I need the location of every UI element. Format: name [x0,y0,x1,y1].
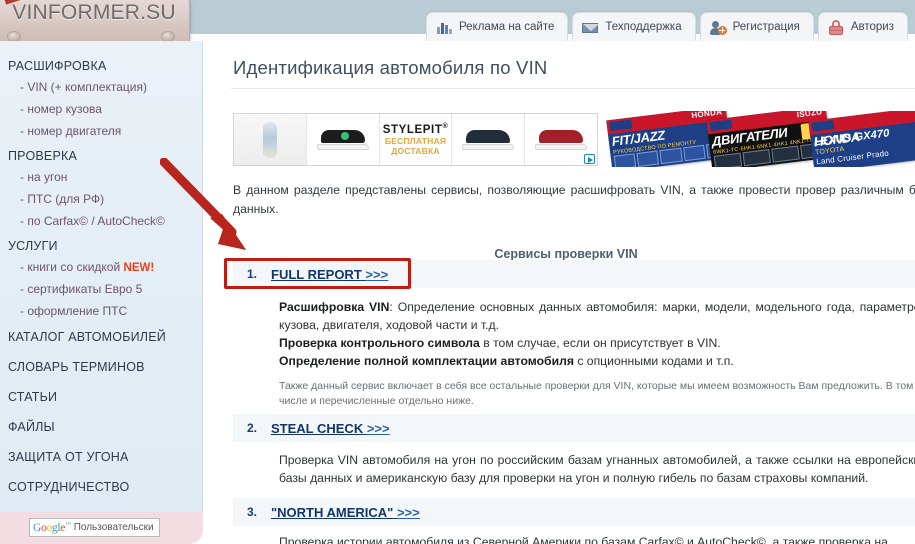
sidebar-group-title-services: УСЛУГИ [8,239,58,253]
sidebar-item-books-badge: NEW! [123,262,155,274]
sidebar-item-catalog[interactable]: КАТАЛОГ АВТОМОБИЛЕЙ [6,322,202,352]
tab-support[interactable]: Техподдержка [572,12,696,41]
service-desc-1-line-3: Определение полной комплектации автомоби… [279,354,734,368]
sidebar-item-theft-protection[interactable]: ЗАЩИТА ОТ УГОНА [6,442,202,472]
ad-line-2: ДОСТАВКА [391,145,440,156]
google-search-input[interactable]: Google™ Пользовательски [29,518,160,537]
sidebar-item-carfax[interactable]: - по Carfax© / AutoCheck© [6,210,202,232]
bar-chart-icon [436,20,452,35]
sidebar-inner: РАСШИФРОВКА - VIN (+ комплектация) - ном… [0,41,202,502]
ad-brand-sup: ® [442,123,449,131]
sidebar-item-vin[interactable]: - VIN (+ комплектация) [6,76,202,98]
tab-registration-label: Регистрация [732,21,800,33]
ad-cell-shoe-navy [452,114,526,165]
envelope-icon [582,20,600,35]
service-desc-1-line-1: Расшифровка VIN: Определение основных да… [279,300,915,332]
sidebar-item-engine-number[interactable]: - номер двигателя [6,120,202,142]
sidebar-item-books-label: - книги со скидкой [20,260,121,274]
service-desc-1-line-2: Проверка контрольного символа в том случ… [279,336,721,350]
ad-banner-stylepit[interactable]: STYLEPIT® БЕСПЛАТНАЯ ДОСТАВКА [233,113,598,166]
sidebar-item-books[interactable]: - книги со скидкой NEW! [6,256,202,278]
left-sidebar: РАСШИФРОВКА - VIN (+ комплектация) - ном… [0,41,203,544]
lock-icon [828,19,844,35]
adchoices-icon[interactable] [583,154,595,164]
service-desc-1: Расшифровка VIN: Определение основных да… [279,298,915,370]
ad-brand-name: STYLEPIT® [382,123,449,136]
book-brand-2: ISUZU [796,111,823,120]
page-title: Идентификация автомобиля по VIN [233,57,548,78]
service-desc-3: Проверка истории автомобиля из Северной … [279,535,888,544]
service-arrows-2: >>> [366,420,390,436]
shoe-black-icon [316,129,369,150]
service-number-2: 2. [246,421,257,435]
sidebar-item-stolen[interactable]: - на угон [6,166,202,188]
service-arrows-3: >>> [396,504,420,520]
ad-cell-model [234,114,307,165]
services-section-title: Сервисы проверки VIN [494,247,638,261]
ad-cell-shoe-black [306,114,380,165]
user-add-icon [709,20,727,35]
service-row-3[interactable]: 3. "NORTH AMERICA" >>> [233,498,915,526]
ad-cell-shoe-red [525,114,597,165]
tab-advertising[interactable]: Реклама на сайте [426,12,569,41]
sidebar-item-files[interactable]: ФАЙЛЫ [6,412,202,442]
sidebar-item-pts-registration[interactable]: - оформление ПТС [6,300,202,322]
top-nav-tabs: Реклама на сайте Техподдержка Регистраци… [426,6,908,41]
service-link-north-america[interactable]: "NORTH AMERICA" >>> [271,505,420,520]
book-cover-lexus: HONDA LEXUS GX470 TOYOTA Land Cruiser Pr… [808,111,915,167]
service-link-full-report[interactable]: FULL REPORT >>> [271,267,388,282]
sidebar-item-glossary[interactable]: СЛОВАРЬ ТЕРМИНОВ [6,352,202,382]
tab-registration[interactable]: Регистрация [699,12,814,41]
page-root: Реклама на сайте Техподдержка Регистраци… [0,0,915,544]
tab-authorization[interactable]: Авториз [817,12,908,41]
title-divider [231,88,915,89]
service-desc-2: Проверка VIN автомобиля на угон по росси… [279,453,915,485]
service-number-1: 1. [246,267,257,281]
sidebar-item-euro5[interactable]: - сертификаты Евро 5 [6,278,202,300]
google-logo-icon: Google™ [33,521,71,534]
ad-line-1: БЕСПЛАТНАЯ [384,135,447,146]
ad-cell-brand: STYLEPIT® БЕСПЛАТНАЯ ДОСТАВКА [379,114,453,165]
shoe-red-icon [535,129,588,150]
tab-advertising-label: Реклама на сайте [459,21,555,33]
google-tm: ™ [65,521,71,528]
service-link-steal-check[interactable]: STEAL CHECK >>> [271,421,390,436]
service-note-1: Также данный сервис включает в себя все … [279,380,914,407]
site-logo-text: VINFORMER.SU [12,1,176,24]
tab-authorization-label: Авториз [850,21,894,33]
sidebar-item-articles[interactable]: СТАТЬИ [6,382,202,412]
google-search-placeholder: Пользовательски [73,522,154,533]
main-content: Идентификация автомобиля по VIN STYLEPIT… [219,41,915,544]
service-arrows-1: >>> [365,266,389,282]
sidebar-item-body-number[interactable]: - номер кузова [6,98,202,120]
ad-banner-books[interactable]: HONDA FIT/JAZZ РУКОВОДСТВО ПО РЕМОНТУ IS… [605,111,915,167]
intro-paragraph: В данном разделе представлены сервисы, п… [233,183,915,216]
sidebar-group-title-decoding: РАСШИФРОВКА [8,59,107,73]
service-row-2[interactable]: 2. STEAL CHECK >>> [233,414,915,442]
sidebar-group-title-check: ПРОВЕРКА [8,149,78,163]
sidebar-item-cooperation[interactable]: СОТРУДНИЧЕСТВО [6,472,202,502]
shoe-navy-icon [462,129,515,150]
service-number-3: 3. [246,505,257,519]
sidebar-item-pts[interactable]: - ПТС (для РФ) [6,188,202,210]
service-row-1[interactable]: 1. FULL REPORT >>> [233,260,915,288]
tab-support-label: Техподдержка [605,21,682,33]
